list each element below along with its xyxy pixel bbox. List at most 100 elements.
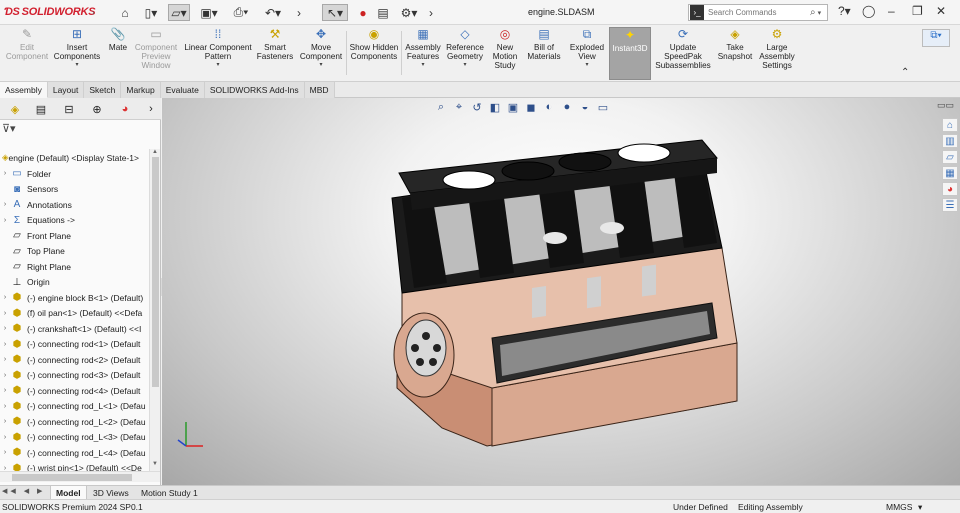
view-palette-icon[interactable]: ▦ xyxy=(942,166,958,180)
expand-arrow-icon[interactable]: › xyxy=(0,217,10,224)
expand-arrow-icon[interactable]: › xyxy=(0,449,10,456)
tree-item[interactable]: › ⬢ (-) connecting rod_L<1> (Defau xyxy=(0,399,150,414)
tree-horizontal-scrollbar[interactable] xyxy=(0,471,160,482)
dropdown-arrow-icon[interactable]: ▾ xyxy=(421,61,424,70)
tree-item[interactable]: ▱ Right Plane xyxy=(0,259,150,274)
search-dropdown-icon[interactable]: ▾ xyxy=(818,9,822,17)
tree-item[interactable]: › ⬢ (-) connecting rod<1> (Default xyxy=(0,337,150,352)
rebuild-icon[interactable]: ● xyxy=(356,4,370,21)
tab-sketch[interactable]: Sketch xyxy=(84,82,122,98)
filter-icon[interactable]: ⊽▾ xyxy=(2,122,16,135)
tree-item[interactable]: › ⬢ (-) engine block B<1> (Default) xyxy=(0,290,150,305)
instant3d-button[interactable]: ✦ Instant3D xyxy=(609,27,651,80)
property-manager-icon[interactable]: ▤ xyxy=(32,101,50,117)
tree-item[interactable]: › ⬢ (-) connecting rod_L<3> (Defau xyxy=(0,430,150,445)
units-selector[interactable]: MMGS xyxy=(886,502,912,512)
menu-expand-icon[interactable]: › xyxy=(92,8,95,17)
save-icon[interactable]: ▣▾ xyxy=(198,4,220,21)
reference-geometry-button[interactable]: ◇ Reference Geometry ▾ xyxy=(444,27,486,80)
tree-vertical-scrollbar[interactable]: ▲ ▼ xyxy=(149,149,160,471)
scroll-up-icon[interactable]: ▲ xyxy=(152,149,158,155)
tree-item[interactable]: › ⬢ (-) connecting rod<2> (Default xyxy=(0,352,150,367)
tab-addins[interactable]: SOLIDWORKS Add-Ins xyxy=(204,82,305,98)
tree-item[interactable]: ⊥ Origin xyxy=(0,275,150,290)
tree-item[interactable]: › ⬢ (-) connecting rod_L<2> (Defau xyxy=(0,414,150,429)
tree-item[interactable]: ◙ Sensors xyxy=(0,182,150,197)
tree-root[interactable]: ◈ engine (Default) <Display State-1> xyxy=(2,152,139,163)
scroll-thumb[interactable] xyxy=(12,474,132,481)
expand-arrow-icon[interactable]: › xyxy=(0,418,10,425)
file-explorer-icon[interactable]: ▱ xyxy=(942,150,958,164)
dropdown-arrow-icon[interactable]: ▾ xyxy=(75,61,78,70)
tab-layout[interactable]: Layout xyxy=(47,82,85,98)
expand-arrow-icon[interactable]: › xyxy=(0,170,10,177)
dropdown-arrow-icon[interactable]: ▾ xyxy=(463,61,466,70)
configuration-manager-icon[interactable]: ⊟ xyxy=(60,101,78,117)
mate-button[interactable]: 📎 Mate xyxy=(104,27,132,80)
tree-item[interactable]: › ⬢ (-) connecting rod<4> (Default xyxy=(0,383,150,398)
design-library-icon[interactable]: ▥ xyxy=(942,134,958,148)
tree-item[interactable]: › ▭ Folder xyxy=(0,166,150,181)
tab-markup[interactable]: Markup xyxy=(121,82,161,98)
select-cursor-icon[interactable]: ↖▾ xyxy=(322,4,348,21)
expand-arrow-icon[interactable]: › xyxy=(0,372,10,379)
solidworks-logo[interactable]: ƊS SOLIDWORKS xyxy=(4,6,96,18)
assembly-features-button[interactable]: ▦ Assembly Features ▾ xyxy=(402,27,444,80)
expand-arrow-icon[interactable]: › xyxy=(0,201,10,208)
tree-item[interactable]: › ⬢ (-) wrist pin<1> (Default) <<De xyxy=(0,461,150,472)
tree-item[interactable]: › Σ Equations -> xyxy=(0,213,150,228)
tab-model[interactable]: Model xyxy=(50,486,87,500)
tree-item[interactable]: › A Annotations xyxy=(0,197,150,212)
restore-icon[interactable]: ❐ xyxy=(912,4,923,18)
options-gear-icon[interactable]: ⚙▾ xyxy=(398,4,420,21)
insert-components-button[interactable]: ⊞ Insert Components ▾ xyxy=(52,27,102,80)
feature-tree-icon[interactable]: ◈ xyxy=(6,101,24,117)
search-icon[interactable]: ⌕ xyxy=(810,7,816,18)
tab-3d-views[interactable]: 3D Views xyxy=(88,486,134,500)
show-hidden-button[interactable]: ◉ Show Hidden Components xyxy=(348,27,400,80)
tree-item[interactable]: ▱ Top Plane xyxy=(0,244,150,259)
scroll-down-icon[interactable]: ▼ xyxy=(152,461,158,467)
tab-mbd[interactable]: MBD xyxy=(304,82,335,98)
linear-pattern-button[interactable]: ⁞⁞ Linear Component Pattern ▾ xyxy=(182,27,254,80)
expand-arrow-icon[interactable]: › xyxy=(0,434,10,441)
smart-fasteners-button[interactable]: ⚒ Smart Fasteners xyxy=(254,27,296,80)
redo-icon[interactable]: › xyxy=(292,4,306,21)
search-input[interactable] xyxy=(708,8,808,17)
expand-arrow-icon[interactable]: › xyxy=(0,341,10,348)
tree-item[interactable]: › ⬢ (-) connecting rod<3> (Default xyxy=(0,368,150,383)
print-icon[interactable]: ⎙▾ xyxy=(230,4,252,21)
undo-icon[interactable]: ↶▾ xyxy=(262,4,284,21)
exploded-view-button[interactable]: ⧉ Exploded View ▾ xyxy=(566,27,608,80)
new-document-icon[interactable]: ▯▾ xyxy=(140,4,162,21)
update-speedpak-button[interactable]: ⟳ Update SpeedPak Subassemblies xyxy=(654,27,712,80)
expand-arrow-icon[interactable]: › xyxy=(0,403,10,410)
tree-item[interactable]: › ⬢ (-) connecting rod_L<4> (Defau xyxy=(0,445,150,460)
ribbon-options-icon[interactable]: ⧉▾ xyxy=(922,29,950,47)
scroll-thumb[interactable] xyxy=(152,157,159,387)
expand-arrow-icon[interactable]: › xyxy=(0,387,10,394)
tab-motion-study[interactable]: Motion Study 1 xyxy=(136,486,203,500)
dropdown-arrow-icon[interactable]: ▾ xyxy=(585,61,588,70)
chevron-right-icon[interactable]: › xyxy=(426,4,436,21)
engine-model[interactable] xyxy=(162,98,960,485)
graphics-area[interactable]: ⌕ ⌖ ↺ ◧ ▣ ◼ ◐ ● ◒ ▭ ▭▭ xyxy=(162,98,960,485)
units-dropdown-icon[interactable]: ▾ xyxy=(918,502,922,513)
expand-arrow-icon[interactable]: › xyxy=(0,294,10,301)
appearances-icon[interactable]: ◕ xyxy=(942,182,958,196)
account-icon[interactable]: ◯ xyxy=(862,4,875,18)
open-document-icon[interactable]: ▱▾ xyxy=(168,4,190,21)
large-assembly-settings-button[interactable]: ⚙ Large Assembly Settings xyxy=(756,27,798,80)
tree-item[interactable]: › ⬢ (-) crankshaft<1> (Default) <<I xyxy=(0,321,150,336)
tree-item[interactable]: › ⬢ (f) oil pan<1> (Default) <<Defa xyxy=(0,306,150,321)
tree-item[interactable]: ▱ Front Plane xyxy=(0,228,150,243)
dimxpert-icon[interactable]: ⊕ xyxy=(88,101,106,117)
collapse-ribbon-icon[interactable]: ⌃ xyxy=(901,67,909,78)
display-manager-icon[interactable]: ◕ xyxy=(116,101,134,117)
tab-evaluate[interactable]: Evaluate xyxy=(160,82,205,98)
dropdown-arrow-icon[interactable]: ▾ xyxy=(216,61,219,70)
solidworks-resources-icon[interactable]: ⌂ xyxy=(942,118,958,132)
close-icon[interactable]: ✕ xyxy=(936,4,946,18)
expand-arrow-icon[interactable]: › xyxy=(0,310,10,317)
bill-of-materials-button[interactable]: ▤ Bill of Materials xyxy=(524,27,564,80)
